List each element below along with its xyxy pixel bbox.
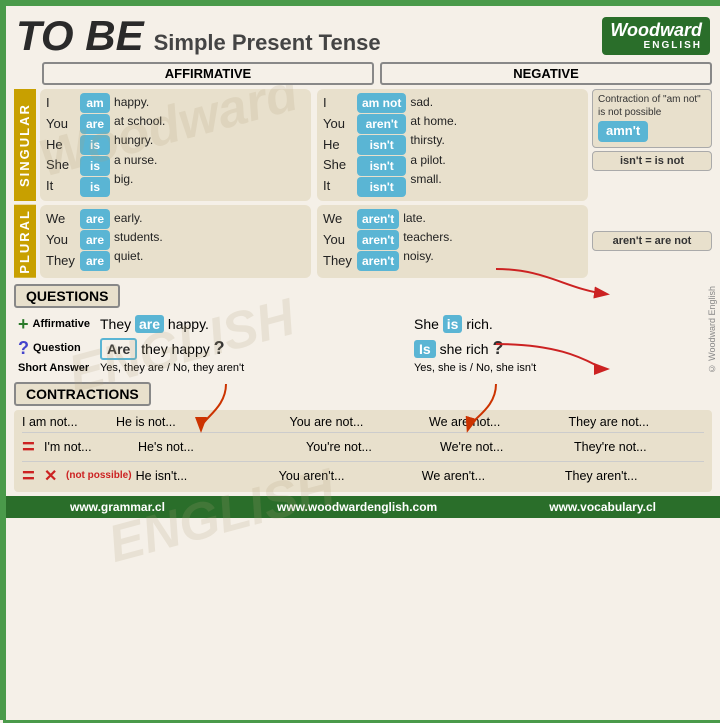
col-headers: AFFIRMATIVE NEGATIVE bbox=[6, 62, 720, 89]
singular-affirmative-box: IYouHeSheIt am are is is is happy. at sc… bbox=[40, 89, 311, 201]
contractions-row2: = I'm not... He's not... You're not... W… bbox=[22, 436, 704, 462]
is-question-highlight: Is bbox=[414, 340, 436, 358]
cr3-c4: We aren't... bbox=[422, 469, 561, 483]
q1-mark: ? bbox=[214, 338, 225, 358]
plural-neg-verbs: aren't aren't aren't bbox=[357, 209, 399, 271]
short-ans-label: Short Answer bbox=[18, 362, 90, 374]
contractions-title: CONTRACTIONS bbox=[14, 382, 151, 406]
question-q-label: Question bbox=[33, 342, 81, 354]
footer: www.grammar.cl www.woodwardenglish.com w… bbox=[6, 496, 720, 518]
question-symbol: ? bbox=[18, 338, 29, 359]
singular-neg-verbs: am not aren't isn't isn't isn't bbox=[357, 93, 406, 197]
cr3-c3: You aren't... bbox=[279, 469, 418, 483]
plural-row: PLURAL WeYouThey are are are early. stud… bbox=[6, 205, 720, 282]
plural-negative-box: WeYouThey aren't aren't aren't late. tea… bbox=[317, 205, 588, 278]
copyright: © Woodward English bbox=[707, 286, 717, 373]
plural-annotation: aren't = are not bbox=[592, 205, 712, 278]
short-ans-2: Yes, she is / No, she isn't bbox=[414, 362, 708, 374]
amnt-pill: amn't bbox=[598, 121, 648, 142]
q-sym-label: ? Question bbox=[18, 338, 90, 359]
cr2-c1: I'm not... bbox=[44, 440, 134, 454]
plural-label: PLURAL bbox=[14, 205, 36, 278]
is-highlight-1: is bbox=[443, 315, 463, 333]
are-question-highlight: Are bbox=[100, 338, 137, 360]
q2-mark: ? bbox=[492, 338, 503, 358]
q-sent-1: Are they happy ? bbox=[100, 338, 394, 359]
singular-neg-subjects: IYouHeSheIt bbox=[323, 93, 353, 197]
plural-aff-sentences: early. students. quiet. bbox=[114, 209, 163, 267]
cr2-c4: We're not... bbox=[440, 440, 570, 454]
cr1-c3: You are not... bbox=[290, 415, 426, 429]
contractions-section: CONTRACTIONS I am not... He is not... Yo… bbox=[6, 380, 720, 496]
singular-aff-sentences: happy. at school. hungry. a nurse. big. bbox=[114, 93, 165, 189]
aff-sym-label: + Affirmative bbox=[18, 314, 90, 335]
cr3-not-possible: (not possible) bbox=[66, 470, 132, 481]
cr1-c1: I am not... bbox=[22, 415, 112, 429]
cr3-c2: He isn't... bbox=[136, 469, 275, 483]
header: TO BE Simple Present Tense Woodward ENGL… bbox=[6, 6, 720, 62]
plus-symbol: + bbox=[18, 314, 29, 335]
cr2-c2: He's not... bbox=[138, 440, 268, 454]
questions-title: QUESTIONS bbox=[14, 284, 120, 308]
plural-neg-sentences: late. teachers. noisy. bbox=[403, 209, 452, 267]
short-ans-1: Yes, they are / No, they aren't bbox=[100, 362, 394, 374]
aff-sent-2: She is rich. bbox=[414, 316, 708, 332]
arent-box: aren't = are not bbox=[592, 231, 712, 251]
plural-aff-verbs: are are are bbox=[80, 209, 110, 271]
isnt-box: isn't = is not bbox=[592, 151, 712, 171]
singular-annotations: Contraction of "am not" is not possible … bbox=[592, 89, 712, 201]
cr3-c5: They aren't... bbox=[565, 469, 704, 483]
q-sent-2: Is she rich ? bbox=[414, 338, 708, 359]
footer-link-1[interactable]: www.grammar.cl bbox=[70, 500, 165, 514]
singular-negative-box: IYouHeSheIt am not aren't isn't isn't is… bbox=[317, 89, 588, 201]
logo-name: Woodward bbox=[610, 20, 702, 40]
singular-row: SINGULAR IYouHeSheIt am are is is is hap… bbox=[6, 89, 720, 205]
plural-affirmative-box: WeYouThey are are are early. students. q… bbox=[40, 205, 311, 278]
page-title-sub: Simple Present Tense bbox=[154, 30, 381, 56]
footer-link-2[interactable]: www.woodwardenglish.com bbox=[277, 500, 437, 514]
questions-grid: + Affirmative They are happy. She is ric… bbox=[14, 312, 712, 376]
footer-link-3[interactable]: www.vocabulary.cl bbox=[549, 500, 656, 514]
cr1-c4: We are not... bbox=[429, 415, 565, 429]
singular-neg-sentences: sad. at home. thirsty. a pilot. small. bbox=[410, 93, 457, 189]
contraction-note: Contraction of "am not" is not possible … bbox=[592, 89, 712, 148]
logo: Woodward ENGLISH bbox=[602, 17, 710, 56]
logo-sub: ENGLISH bbox=[610, 40, 702, 51]
contractions-row3: = ✕ (not possible) He isn't... You aren'… bbox=[22, 465, 704, 487]
contractions-table: I am not... He is not... You are not... … bbox=[14, 410, 712, 492]
title-area: TO BE Simple Present Tense bbox=[16, 12, 381, 60]
cr2-c3: You're not... bbox=[306, 440, 436, 454]
questions-section: QUESTIONS + Affirmative They are happy. … bbox=[6, 282, 720, 380]
cr2-eq: = bbox=[22, 436, 40, 458]
are-highlight-1: are bbox=[135, 315, 164, 333]
singular-aff-verbs: am are is is is bbox=[80, 93, 110, 197]
contraction-note-text: Contraction of "am not" is not possible bbox=[598, 94, 701, 118]
page-title-tobe: TO BE bbox=[16, 12, 144, 60]
plural-neg-subjects: WeYouThey bbox=[323, 209, 353, 271]
affirmative-header: AFFIRMATIVE bbox=[42, 62, 374, 85]
aff-sent-1: They are happy. bbox=[100, 316, 394, 332]
cr3-eq: = bbox=[22, 465, 40, 487]
contractions-row1: I am not... He is not... You are not... … bbox=[22, 415, 704, 433]
cr2-c5: They're not... bbox=[574, 440, 704, 454]
cr1-c2: He is not... bbox=[116, 415, 252, 429]
singular-label: SINGULAR bbox=[14, 89, 36, 201]
cr1-c5: They are not... bbox=[569, 415, 705, 429]
cr3-x: ✕ bbox=[44, 466, 62, 486]
singular-aff-subjects: IYouHeSheIt bbox=[46, 93, 76, 197]
affirmative-q-label: Affirmative bbox=[33, 318, 90, 330]
negative-header: NEGATIVE bbox=[380, 62, 712, 85]
plural-aff-subjects: WeYouThey bbox=[46, 209, 76, 271]
